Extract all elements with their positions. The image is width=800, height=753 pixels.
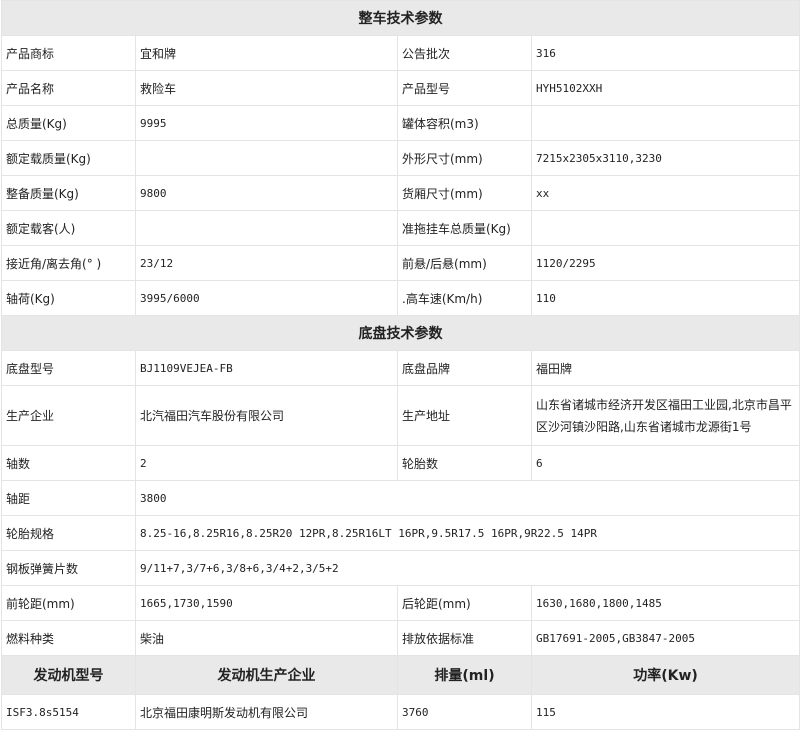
- param-label: 接近角/离去角(° ): [1, 245, 136, 281]
- param-value: [135, 140, 398, 176]
- param-value: 救险车: [135, 70, 398, 106]
- param-label: 整备质量(Kg): [1, 175, 136, 211]
- param-value: BJ1109VEJEA-FB: [135, 350, 398, 386]
- param-value: 316: [531, 35, 800, 71]
- param-label: 排放依据标准: [397, 620, 532, 656]
- engine-displacement: 3760: [397, 694, 532, 730]
- param-value: 9800: [135, 175, 398, 211]
- param-value: 110: [531, 280, 800, 316]
- engine-header-displacement: 排量(ml): [397, 655, 532, 695]
- param-label: 产品型号: [397, 70, 532, 106]
- table-row: 整备质量(Kg) 9800 货厢尺寸(mm) xx: [1, 175, 800, 211]
- engine-header-power: 功率(Kw): [531, 655, 800, 695]
- param-value: 福田牌: [531, 350, 800, 386]
- chassis-section-title: 底盘技术参数: [1, 315, 800, 351]
- table-row: 钢板弹簧片数 9/11+7,3/7+6,3/8+6,3/4+2,3/5+2: [1, 550, 800, 586]
- param-value: 北汽福田汽车股份有限公司: [135, 385, 398, 446]
- table-row: 产品名称 救险车 产品型号 HYH5102XXH: [1, 70, 800, 106]
- engine-model: ISF3.8s5154: [1, 694, 136, 730]
- param-value: [135, 210, 398, 246]
- engine-header-row: 发动机型号 发动机生产企业 排量(ml) 功率(Kw): [1, 655, 800, 695]
- table-row: 总质量(Kg) 9995 罐体容积(m3): [1, 105, 800, 141]
- param-label: 轴距: [1, 480, 136, 516]
- spec-table: 整车技术参数 产品商标 宜和牌 公告批次 316 产品名称 救险车 产品型号 H…: [1, 0, 800, 730]
- param-label: 前悬/后悬(mm): [397, 245, 532, 281]
- param-label: 准拖挂车总质量(Kg): [397, 210, 532, 246]
- param-value: 7215x2305x3110,3230: [531, 140, 800, 176]
- param-label: 燃料种类: [1, 620, 136, 656]
- table-row: 接近角/离去角(° ) 23/12 前悬/后悬(mm) 1120/2295: [1, 245, 800, 281]
- param-label: 外形尺寸(mm): [397, 140, 532, 176]
- param-value: 1630,1680,1800,1485: [531, 585, 800, 621]
- param-value: 2: [135, 445, 398, 481]
- table-row: 额定载客(人) 准拖挂车总质量(Kg): [1, 210, 800, 246]
- chassis-section-header: 底盘技术参数: [1, 315, 800, 351]
- param-value: 柴油: [135, 620, 398, 656]
- engine-header-maker: 发动机生产企业: [135, 655, 398, 695]
- param-label: 轮胎数: [397, 445, 532, 481]
- table-row: 额定载质量(Kg) 外形尺寸(mm) 7215x2305x3110,3230: [1, 140, 800, 176]
- param-label: 后轮距(mm): [397, 585, 532, 621]
- param-label: 轴荷(Kg): [1, 280, 136, 316]
- param-label: 生产地址: [397, 385, 532, 446]
- table-row: 生产企业 北汽福田汽车股份有限公司 生产地址 山东省诸城市经济开发区福田工业园,…: [1, 385, 800, 446]
- param-label: 额定载质量(Kg): [1, 140, 136, 176]
- param-value: 6: [531, 445, 800, 481]
- vehicle-section-header: 整车技术参数: [1, 0, 800, 36]
- engine-maker: 北京福田康明斯发动机有限公司: [135, 694, 398, 730]
- table-row: 燃料种类 柴油 排放依据标准 GB17691-2005,GB3847-2005: [1, 620, 800, 656]
- param-value: 3800: [135, 480, 800, 516]
- param-label: 货厢尺寸(mm): [397, 175, 532, 211]
- param-value: 9995: [135, 105, 398, 141]
- table-row: 产品商标 宜和牌 公告批次 316: [1, 35, 800, 71]
- param-value: 山东省诸城市经济开发区福田工业园,北京市昌平区沙河镇沙阳路,山东省诸城市龙源街1…: [531, 385, 800, 446]
- param-value: [531, 210, 800, 246]
- param-label: 底盘品牌: [397, 350, 532, 386]
- param-label: 轴数: [1, 445, 136, 481]
- param-label: 总质量(Kg): [1, 105, 136, 141]
- param-label: 生产企业: [1, 385, 136, 446]
- param-value: [531, 105, 800, 141]
- table-row: 底盘型号 BJ1109VEJEA-FB 底盘品牌 福田牌: [1, 350, 800, 386]
- param-label: 罐体容积(m3): [397, 105, 532, 141]
- engine-header-model: 发动机型号: [1, 655, 136, 695]
- table-row: 轴荷(Kg) 3995/6000 .高车速(Km/h) 110: [1, 280, 800, 316]
- param-label: 轮胎规格: [1, 515, 136, 551]
- param-label: 底盘型号: [1, 350, 136, 386]
- param-value: 23/12: [135, 245, 398, 281]
- param-value: GB17691-2005,GB3847-2005: [531, 620, 800, 656]
- param-value: 1665,1730,1590: [135, 585, 398, 621]
- param-value: xx: [531, 175, 800, 211]
- table-row: 轴数 2 轮胎数 6: [1, 445, 800, 481]
- table-row: 轴距 3800: [1, 480, 800, 516]
- param-label: 额定载客(人): [1, 210, 136, 246]
- param-label: 产品商标: [1, 35, 136, 71]
- engine-row: ISF3.8s5154 北京福田康明斯发动机有限公司 3760 115: [1, 694, 800, 730]
- table-row: 轮胎规格 8.25-16,8.25R16,8.25R20 12PR,8.25R1…: [1, 515, 800, 551]
- param-label: 前轮距(mm): [1, 585, 136, 621]
- param-value: HYH5102XXH: [531, 70, 800, 106]
- param-value: 9/11+7,3/7+6,3/8+6,3/4+2,3/5+2: [135, 550, 800, 586]
- param-value: 8.25-16,8.25R16,8.25R20 12PR,8.25R16LT 1…: [135, 515, 800, 551]
- table-row: 前轮距(mm) 1665,1730,1590 后轮距(mm) 1630,1680…: [1, 585, 800, 621]
- spec-sheet: 整车技术参数 产品商标 宜和牌 公告批次 316 产品名称 救险车 产品型号 H…: [1, 0, 800, 730]
- param-label: .高车速(Km/h): [397, 280, 532, 316]
- param-value: 宜和牌: [135, 35, 398, 71]
- param-value: 1120/2295: [531, 245, 800, 281]
- param-label: 公告批次: [397, 35, 532, 71]
- vehicle-section-title: 整车技术参数: [1, 0, 800, 36]
- param-label: 产品名称: [1, 70, 136, 106]
- engine-power: 115: [531, 694, 800, 730]
- param-label: 钢板弹簧片数: [1, 550, 136, 586]
- param-value: 3995/6000: [135, 280, 398, 316]
